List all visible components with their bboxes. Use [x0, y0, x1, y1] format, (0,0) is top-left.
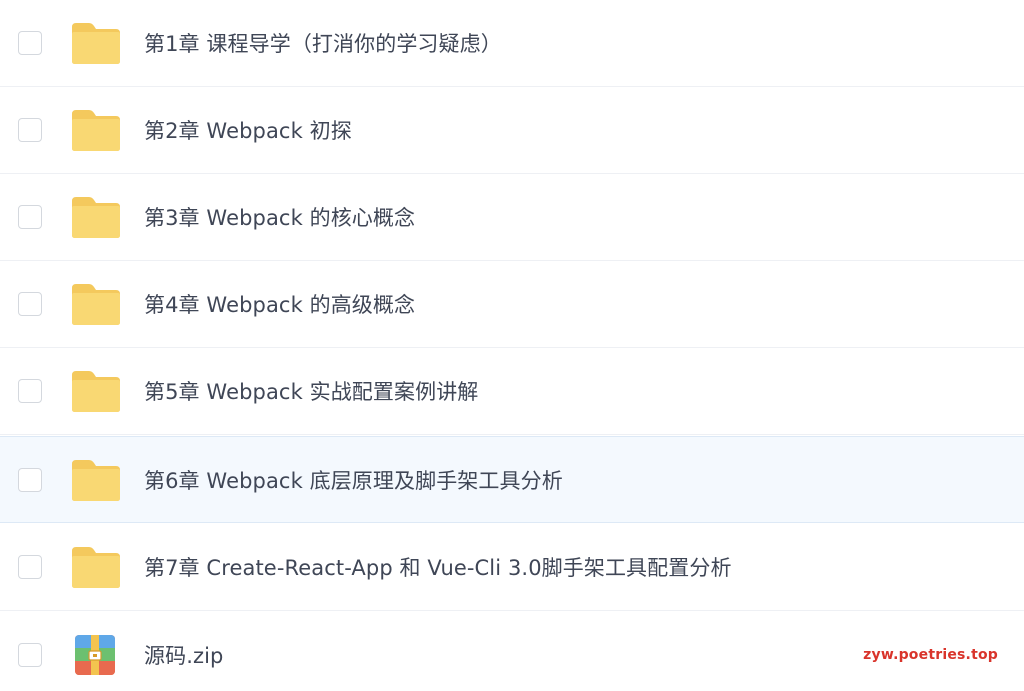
file-row[interactable]: 第7章 Create-React-App 和 Vue-Cli 3.0脚手架工具配…	[0, 524, 1024, 611]
file-list: 第1章 课程导学（打消你的学习疑虑） 第2章 Webpack 初探 第3章 We…	[0, 0, 1024, 691]
zip-archive-icon[interactable]	[74, 634, 116, 676]
file-row[interactable]: 第2章 Webpack 初探	[0, 87, 1024, 174]
file-row[interactable]: 第4章 Webpack 的高级概念	[0, 261, 1024, 348]
row-checkbox[interactable]	[18, 379, 42, 403]
file-name[interactable]: 第1章 课程导学（打消你的学习疑虑）	[144, 28, 502, 58]
row-checkbox[interactable]	[18, 467, 42, 492]
folder-icon[interactable]	[70, 108, 122, 152]
file-row[interactable]: 第1章 课程导学（打消你的学习疑虑）	[0, 0, 1024, 87]
file-name[interactable]: 第6章 Webpack 底层原理及脚手架工具分析	[144, 465, 563, 495]
watermark: zyw.poetries.top	[863, 647, 998, 663]
row-checkbox[interactable]	[18, 292, 42, 316]
row-checkbox[interactable]	[18, 205, 42, 229]
folder-icon[interactable]	[70, 545, 122, 589]
file-row[interactable]: 第3章 Webpack 的核心概念	[0, 174, 1024, 261]
file-row[interactable]: 第5章 Webpack 实战配置案例讲解	[0, 348, 1024, 435]
file-row-hovered[interactable]: 第6章 Webpack 底层原理及脚手架工具分析	[0, 436, 1024, 523]
folder-icon[interactable]	[70, 282, 122, 326]
file-name[interactable]: 第3章 Webpack 的核心概念	[144, 202, 415, 232]
folder-icon[interactable]	[70, 458, 122, 502]
folder-icon[interactable]	[70, 21, 122, 65]
file-name[interactable]: 第5章 Webpack 实战配置案例讲解	[144, 376, 478, 406]
folder-icon[interactable]	[70, 195, 122, 239]
file-name[interactable]: 第4章 Webpack 的高级概念	[144, 289, 415, 319]
file-name[interactable]: 源码.zip	[144, 640, 223, 670]
row-checkbox[interactable]	[18, 642, 42, 667]
row-checkbox[interactable]	[18, 555, 42, 579]
row-checkbox[interactable]	[18, 118, 42, 142]
folder-icon[interactable]	[70, 369, 122, 413]
file-name[interactable]: 第2章 Webpack 初探	[144, 115, 352, 145]
row-checkbox[interactable]	[18, 31, 42, 55]
file-name[interactable]: 第7章 Create-React-App 和 Vue-Cli 3.0脚手架工具配…	[144, 552, 732, 582]
